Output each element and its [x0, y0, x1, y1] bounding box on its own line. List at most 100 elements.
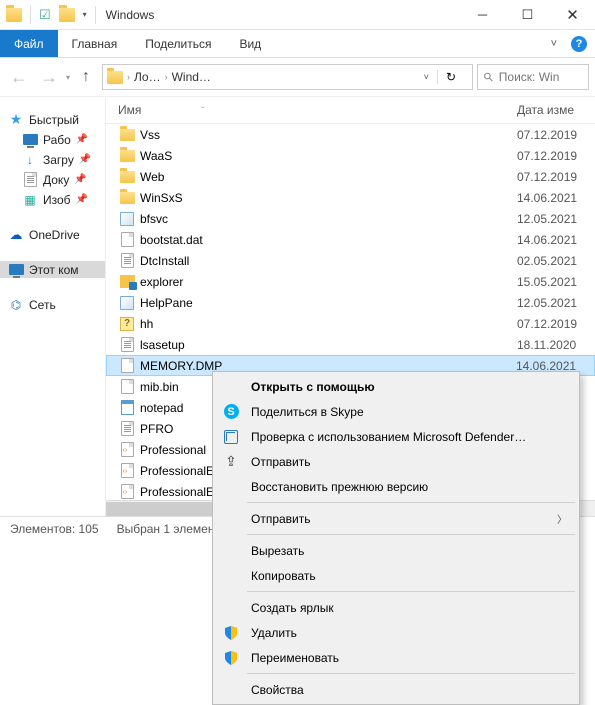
breadcrumb-sep-icon[interactable]: › — [165, 72, 168, 82]
context-item[interactable]: Открыть с помощью — [215, 374, 577, 399]
file-row[interactable]: WaaS07.12.2019 — [106, 145, 595, 166]
pin-icon: 📌 — [74, 174, 86, 185]
title-bar: ☑ ▾ Windows ─ ☐ ✕ — [0, 0, 595, 30]
history-dropdown-icon[interactable]: ▾ — [66, 73, 70, 82]
context-item[interactable]: Переименовать — [215, 645, 577, 670]
file-icon — [121, 379, 134, 394]
file-name: Web — [136, 170, 517, 184]
context-label: Копировать — [251, 569, 567, 583]
file-row[interactable]: Web07.12.2019 — [106, 166, 595, 187]
file-date: 07.12.2019 — [517, 128, 595, 142]
file-row[interactable]: HelpPane12.05.2021 — [106, 292, 595, 313]
ribbon-tab-file[interactable]: Файл — [0, 30, 58, 57]
file-row[interactable]: DtcInstall02.05.2021 — [106, 250, 595, 271]
file-date: 18.11.2020 — [517, 338, 595, 352]
breadcrumb-2[interactable]: Wind… — [172, 70, 211, 84]
context-label: Проверка с использованием Microsoft Defe… — [251, 430, 567, 444]
file-icon — [121, 358, 134, 373]
tree-documents[interactable]: Доку📌 — [0, 171, 105, 188]
ribbon-tab-home[interactable]: Главная — [58, 30, 132, 57]
tree-pictures[interactable]: ▦Изоб📌 — [0, 191, 105, 208]
context-item[interactable]: Свойства — [215, 677, 577, 702]
context-label: Открыть с помощью — [251, 380, 567, 394]
file-row[interactable]: WinSxS14.06.2021 — [106, 187, 595, 208]
context-item[interactable]: Создать ярлык — [215, 595, 577, 620]
exe-icon — [120, 212, 134, 226]
context-item[interactable]: Восстановить прежнюю версию — [215, 474, 577, 499]
column-headers: Имя ˆ Дата изме — [106, 97, 595, 124]
context-item[interactable]: Отправить 〉 — [215, 506, 577, 531]
tree-quick-access[interactable]: ★Быстрый — [0, 111, 105, 128]
star-icon: ★ — [8, 112, 24, 127]
context-item[interactable]: Копировать — [215, 563, 577, 588]
sort-caret-icon[interactable]: ˆ — [201, 106, 204, 115]
defender-icon — [224, 430, 238, 444]
navigation-bar: ← → ▾ ↑ › Ло… › Wind… ˅ ↻ ⚲ — [0, 58, 595, 96]
share-icon: ⇪ — [225, 453, 237, 470]
file-row[interactable]: explorer15.05.2021 — [106, 271, 595, 292]
help-icon[interactable]: ? — [571, 36, 587, 52]
explorer-icon — [120, 275, 135, 288]
shield-icon — [224, 651, 238, 665]
context-item[interactable]: ⇪ Отправить — [215, 449, 577, 474]
folder-icon — [120, 171, 135, 183]
context-label: Свойства — [251, 683, 567, 697]
maximize-button[interactable]: ☐ — [505, 0, 550, 30]
file-name: bfsvc — [136, 212, 517, 226]
search-box[interactable]: ⚲ — [477, 64, 589, 90]
status-count: Элементов: 105 — [10, 522, 99, 536]
qat-newfolder-icon[interactable] — [59, 8, 75, 22]
file-icon — [121, 232, 134, 247]
breadcrumb-sep-icon[interactable]: › — [127, 72, 130, 82]
file-row[interactable]: bootstat.dat14.06.2021 — [106, 229, 595, 250]
tree-onedrive[interactable]: ☁OneDrive — [0, 226, 105, 243]
breadcrumb-1[interactable]: Ло… — [134, 70, 161, 84]
app-icon[interactable] — [6, 8, 22, 22]
help-file-icon: ? — [120, 317, 134, 331]
file-row[interactable]: ?hh07.12.2019 — [106, 313, 595, 334]
qat-properties-icon[interactable]: ☑ — [39, 7, 51, 23]
pin-icon: 📌 — [76, 134, 88, 145]
file-row[interactable]: bfsvc12.05.2021 — [106, 208, 595, 229]
file-name: DtcInstall — [136, 254, 517, 268]
context-label: Восстановить прежнюю версию — [251, 480, 567, 494]
tree-downloads[interactable]: ↓Загру📌 — [0, 151, 105, 168]
address-bar[interactable]: › Ло… › Wind… ˅ ↻ — [102, 64, 473, 90]
tree-this-pc[interactable]: Этот ком — [0, 261, 105, 278]
search-input[interactable] — [499, 70, 582, 84]
qat-customize-icon[interactable]: ▾ — [83, 10, 87, 19]
context-item[interactable]: SПоделиться в Skype — [215, 399, 577, 424]
address-dropdown-icon[interactable]: ˅ — [424, 72, 429, 82]
context-item[interactable]: Удалить — [215, 620, 577, 645]
file-date: 07.12.2019 — [517, 317, 595, 331]
tree-network[interactable]: ⌬Сеть — [0, 296, 105, 313]
tree-desktop[interactable]: Рабо📌 — [0, 131, 105, 148]
context-item[interactable]: Проверка с использованием Microsoft Defe… — [215, 424, 577, 449]
column-name[interactable]: Имя — [118, 103, 141, 117]
file-row[interactable]: Vss07.12.2019 — [106, 124, 595, 145]
context-menu: Открыть с помощью SПоделиться в Skype Пров… — [212, 371, 580, 705]
pictures-icon: ▦ — [22, 192, 38, 207]
context-label: Отправить — [251, 455, 567, 469]
ribbon-tab-view[interactable]: Вид — [225, 30, 275, 57]
forward-button[interactable]: → — [36, 64, 62, 90]
submenu-arrow-icon: 〉 — [557, 511, 567, 526]
column-date[interactable]: Дата изме — [517, 103, 595, 117]
refresh-icon[interactable]: ↻ — [437, 70, 464, 84]
minimize-button[interactable]: ─ — [460, 0, 505, 30]
close-button[interactable]: ✕ — [550, 0, 595, 30]
up-button[interactable]: ↑ — [74, 64, 98, 90]
ribbon-expand-icon[interactable]: ˅ — [551, 38, 557, 50]
file-row[interactable]: lsasetup18.11.2020 — [106, 334, 595, 355]
ribbon-tab-share[interactable]: Поделиться — [131, 30, 225, 57]
context-item[interactable]: Вырезать — [215, 538, 577, 563]
file-name: explorer — [136, 275, 517, 289]
back-button[interactable]: ← — [6, 64, 32, 90]
file-name: bootstat.dat — [136, 233, 517, 247]
xml-file-icon: ‹› — [121, 442, 134, 457]
search-icon: ⚲ — [480, 69, 496, 85]
context-label: Отправить — [251, 512, 547, 526]
text-file-icon — [121, 421, 134, 436]
file-name: WinSxS — [136, 191, 517, 205]
pin-icon: 📌 — [79, 154, 91, 165]
